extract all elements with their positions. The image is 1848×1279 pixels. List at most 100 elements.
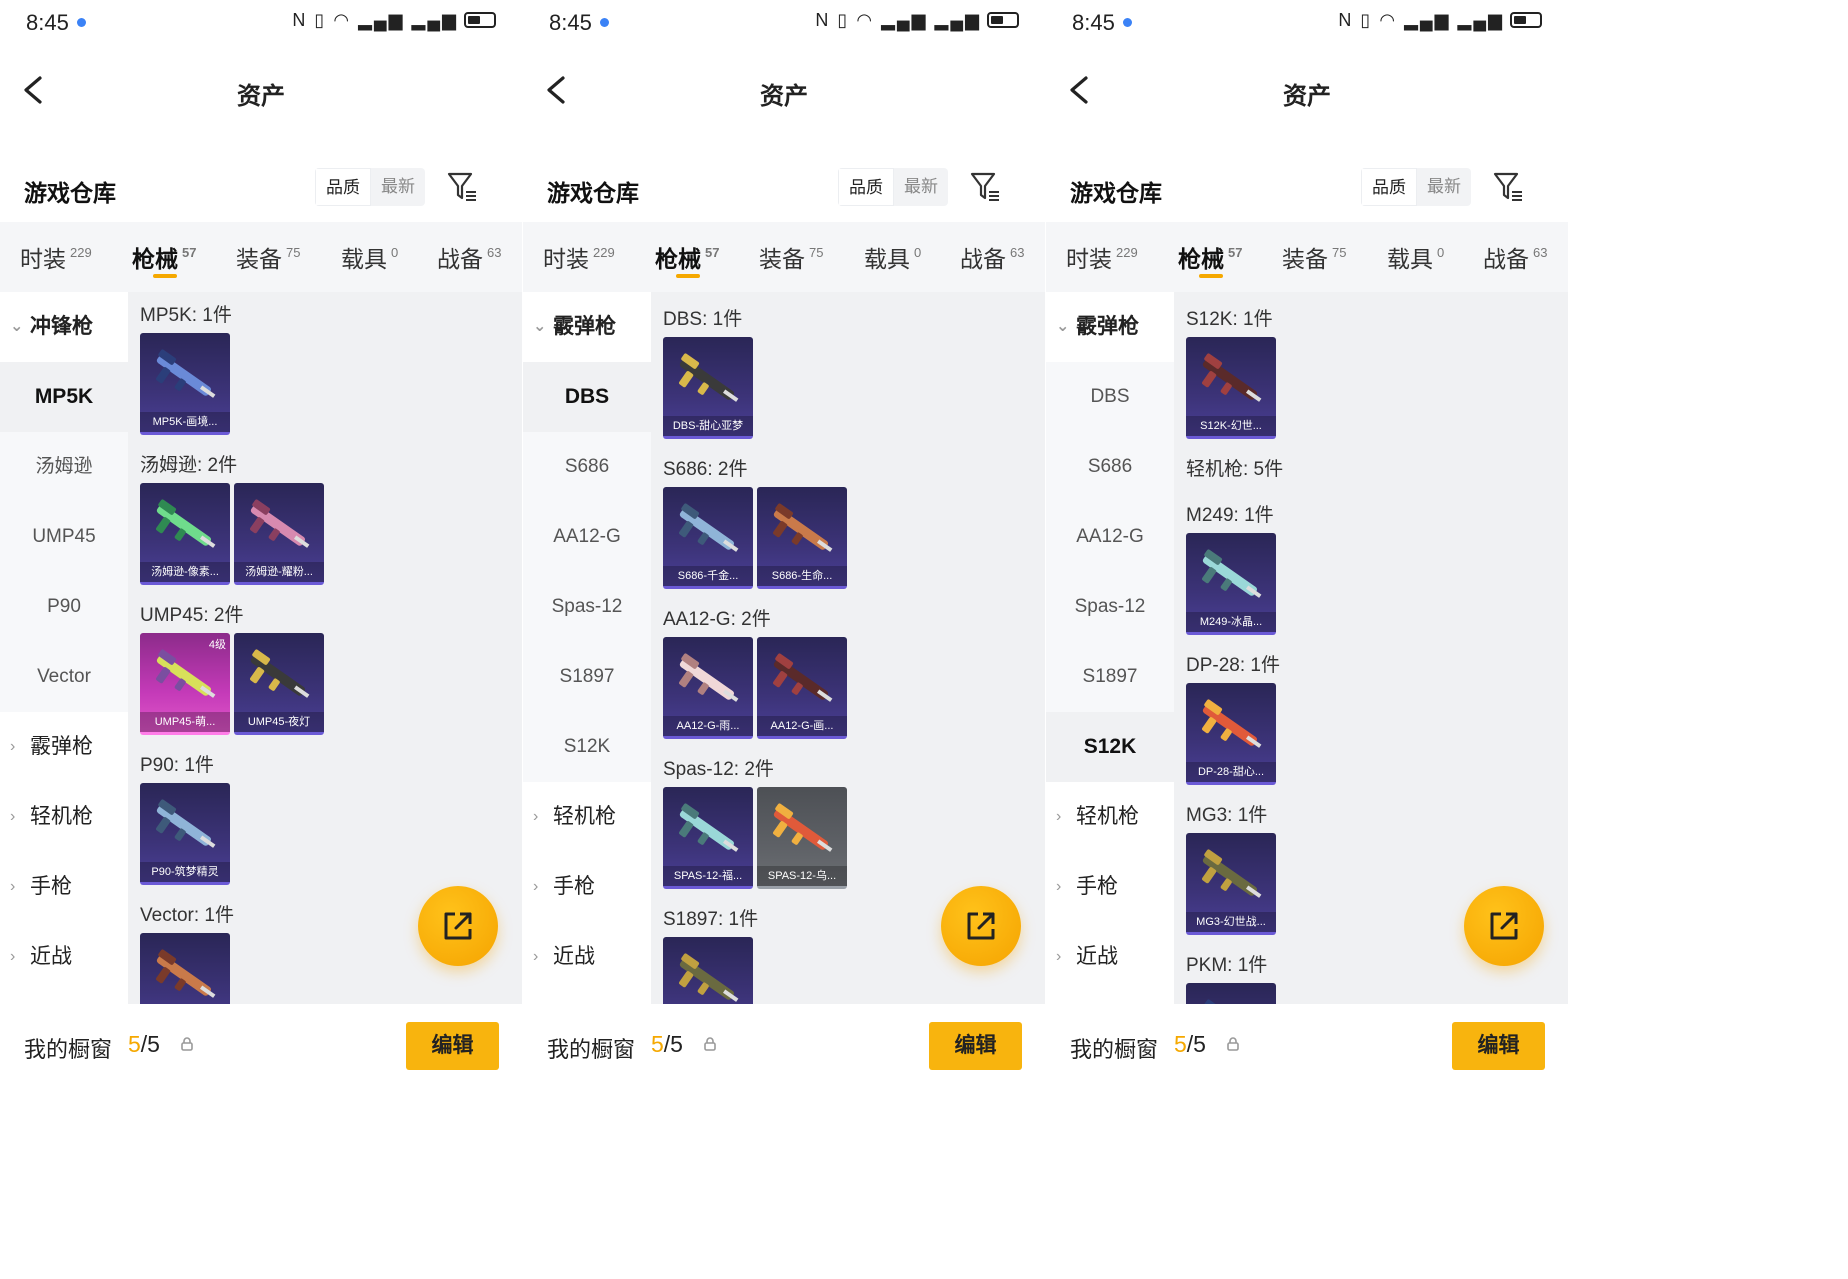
weapon-card[interactable]: DP-28-甜心... bbox=[1186, 683, 1276, 785]
sidebar-item[interactable]: DBS bbox=[523, 362, 651, 432]
tab-label: 载具 bbox=[1387, 246, 1433, 272]
tab-gear[interactable]: 装备 75 bbox=[1282, 240, 1346, 274]
filter-icon[interactable] bbox=[1492, 170, 1524, 204]
sidebar-group[interactable]: › 手枪 bbox=[0, 852, 128, 922]
sidebar-item[interactable]: MP5K bbox=[0, 362, 128, 432]
share-button[interactable] bbox=[418, 886, 498, 966]
weapon-image bbox=[156, 799, 216, 848]
status-time: 8:45 bbox=[26, 10, 86, 36]
weapon-card[interactable]: DBS-甜心亚梦 bbox=[663, 337, 753, 439]
share-button[interactable] bbox=[1464, 886, 1544, 966]
tab-gear[interactable]: 装备 75 bbox=[236, 240, 300, 274]
sidebar-item[interactable]: P90 bbox=[0, 572, 128, 642]
weapon-card[interactable] bbox=[1186, 983, 1276, 1004]
sidebar-group-open[interactable]: ⌄ 霰弹枪 bbox=[523, 292, 651, 362]
weapon-card[interactable] bbox=[663, 937, 753, 1004]
status-time-text: 8:45 bbox=[1072, 10, 1115, 35]
weapon-card[interactable]: MG3-幻世战... bbox=[1186, 833, 1276, 935]
sidebar-item[interactable]: Vector bbox=[0, 642, 128, 712]
tab-weapons[interactable]: 枪械 57 bbox=[1178, 240, 1242, 274]
showcase-count: 5/5 bbox=[1174, 1031, 1206, 1058]
tab-weapons[interactable]: 枪械 57 bbox=[132, 240, 196, 274]
sidebar-group-open[interactable]: ⌄ 霰弹枪 bbox=[1046, 292, 1174, 362]
weapon-card[interactable]: MP5K-画境... bbox=[140, 333, 230, 435]
tab-count: 229 bbox=[70, 245, 92, 260]
tab-vehicles[interactable]: 载具 0 bbox=[864, 240, 921, 274]
sort-quality-option[interactable]: 品质 bbox=[315, 168, 371, 206]
weapon-image bbox=[1202, 849, 1262, 898]
sidebar-item[interactable]: 汤姆逊 bbox=[0, 432, 128, 502]
weapon-card[interactable] bbox=[140, 933, 230, 1004]
sidebar-item[interactable]: S1897 bbox=[523, 642, 651, 712]
sort-newest-option[interactable]: 最新 bbox=[371, 168, 425, 206]
sidebar-item[interactable]: UMP45 bbox=[0, 502, 128, 572]
tab-supplies[interactable]: 战备 63 bbox=[1483, 240, 1547, 274]
weapon-card[interactable]: P90-筑梦精灵 bbox=[140, 783, 230, 885]
sidebar-group[interactable]: › 轻机枪 bbox=[0, 782, 128, 852]
weapon-card[interactable]: 汤姆逊-像素... bbox=[140, 483, 230, 585]
warehouse-title: 游戏仓库 bbox=[1070, 180, 1162, 206]
sort-quality-option[interactable]: 品质 bbox=[1361, 168, 1417, 206]
showcase-bar: 我的橱窗 5/5 编辑 bbox=[0, 1004, 522, 1088]
tab-gear[interactable]: 装备 75 bbox=[759, 240, 823, 274]
sidebar-item[interactable]: Spas-12 bbox=[523, 572, 651, 642]
weapon-card[interactable]: SPAS-12-乌... bbox=[757, 787, 847, 889]
weapon-card[interactable]: S12K-幻世... bbox=[1186, 337, 1276, 439]
sidebar-group[interactable]: › 轻机枪 bbox=[1046, 782, 1174, 852]
sidebar-item[interactable]: AA12-G bbox=[523, 502, 651, 572]
chevron-right-icon: › bbox=[1056, 948, 1062, 965]
sidebar-item[interactable]: AA12-G bbox=[1046, 502, 1174, 572]
weapon-card[interactable]: AA12-G-画... bbox=[757, 637, 847, 739]
weapon-card[interactable]: 4级 UMP45-萌... bbox=[140, 633, 230, 735]
weapon-card[interactable]: M249-冰晶... bbox=[1186, 533, 1276, 635]
filter-icon[interactable] bbox=[446, 170, 478, 204]
sidebar-group[interactable]: › 轻机枪 bbox=[523, 782, 651, 852]
tab-vehicles[interactable]: 载具 0 bbox=[341, 240, 398, 274]
page-bottom-area bbox=[523, 1085, 1045, 1279]
weapon-card[interactable]: UMP45-夜灯 bbox=[234, 633, 324, 735]
chevron-down-icon: ⌄ bbox=[533, 318, 547, 335]
edit-button[interactable]: 编辑 bbox=[929, 1022, 1022, 1070]
sidebar-item[interactable]: S686 bbox=[523, 432, 651, 502]
sidebar-item[interactable]: S1897 bbox=[1046, 642, 1174, 712]
sidebar-group[interactable]: › 近战 bbox=[0, 922, 128, 992]
weapon-image bbox=[679, 803, 739, 852]
edit-button[interactable]: 编辑 bbox=[406, 1022, 499, 1070]
sidebar-group[interactable]: › 近战 bbox=[523, 922, 651, 992]
sidebar-group-open[interactable]: ⌄ 冲锋枪 bbox=[0, 292, 128, 362]
tab-supplies[interactable]: 战备 63 bbox=[437, 240, 501, 274]
filter-icon[interactable] bbox=[969, 170, 1001, 204]
tab-weapons[interactable]: 枪械 57 bbox=[655, 240, 719, 274]
tab-fashion[interactable]: 时装 229 bbox=[20, 240, 92, 274]
weapon-card[interactable]: 汤姆逊-耀粉... bbox=[234, 483, 324, 585]
tab-fashion[interactable]: 时装 229 bbox=[543, 240, 615, 274]
weapon-card[interactable]: S686-千金... bbox=[663, 487, 753, 589]
edit-button[interactable]: 编辑 bbox=[1452, 1022, 1545, 1070]
sort-quality-option[interactable]: 品质 bbox=[838, 168, 894, 206]
chevron-right-icon: › bbox=[10, 738, 16, 755]
tab-supplies[interactable]: 战备 63 bbox=[960, 240, 1024, 274]
tab-label: 枪械 bbox=[132, 246, 178, 272]
sidebar-item[interactable]: S12K bbox=[523, 712, 651, 782]
status-icons: N ▯ ◠ ▂▄▆ ▂▄▆ bbox=[815, 10, 1019, 31]
tab-fashion[interactable]: 时装 229 bbox=[1066, 240, 1138, 274]
sort-newest-option[interactable]: 最新 bbox=[894, 168, 948, 206]
weapon-card[interactable]: SPAS-12-福... bbox=[663, 787, 753, 889]
sidebar-group[interactable]: › 手枪 bbox=[1046, 852, 1174, 922]
sort-newest-option[interactable]: 最新 bbox=[1417, 168, 1471, 206]
sidebar-group[interactable]: › 手枪 bbox=[523, 852, 651, 922]
section-label: M249: 1件 bbox=[1186, 505, 1274, 526]
sidebar-item[interactable]: Spas-12 bbox=[1046, 572, 1174, 642]
sidebar-item[interactable]: DBS bbox=[1046, 362, 1174, 432]
sidebar-item[interactable]: S12K bbox=[1046, 712, 1174, 782]
sidebar-item[interactable]: S686 bbox=[1046, 432, 1174, 502]
share-button[interactable] bbox=[941, 886, 1021, 966]
weapon-card[interactable]: S686-生命... bbox=[757, 487, 847, 589]
section-label: 汤姆逊: 2件 bbox=[140, 455, 238, 476]
weapon-card-name: DP-28-甜心... bbox=[1186, 762, 1276, 782]
weapon-card[interactable]: AA12-G-雨... bbox=[663, 637, 753, 739]
sidebar-group[interactable]: › 霰弹枪 bbox=[0, 712, 128, 782]
section-label: Spas-12: 2件 bbox=[663, 759, 774, 780]
tab-vehicles[interactable]: 载具 0 bbox=[1387, 240, 1444, 274]
sidebar-group[interactable]: › 近战 bbox=[1046, 922, 1174, 992]
